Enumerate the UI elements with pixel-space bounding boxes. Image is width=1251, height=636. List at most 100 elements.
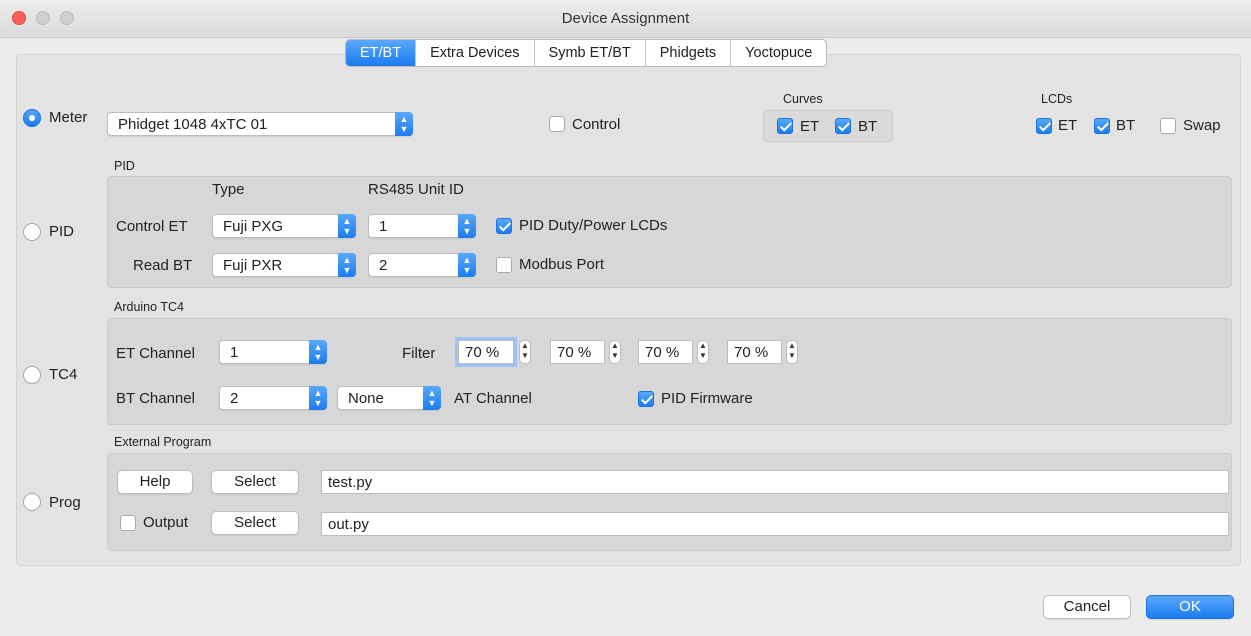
meter-device-value: Phidget 1048 4xTC 01	[118, 116, 268, 133]
pid-group: Type RS485 Unit ID Control ET Fuji PXG ▲…	[107, 176, 1232, 288]
tab-extra-devices[interactable]: Extra Devices	[416, 40, 535, 66]
output-checkbox[interactable]	[120, 515, 136, 531]
meter-radio-label: Meter	[49, 109, 88, 126]
lcds-et-label: ET	[1058, 117, 1078, 134]
at-channel-value: None	[348, 390, 384, 407]
title-bar: Device Assignment	[0, 0, 1251, 38]
pid-radio-label: PID	[49, 223, 75, 240]
pid-duty-label: PID Duty/Power LCDs	[519, 217, 668, 234]
output-path-input[interactable]: out.py	[321, 512, 1229, 536]
ok-button[interactable]: OK	[1146, 595, 1234, 619]
tab-content-panel: Meter Phidget 1048 4xTC 01 ▲ ▼ Control Cu…	[16, 54, 1241, 566]
filter-1-value: 70 %	[465, 344, 500, 361]
et-channel-select[interactable]: 1 ▲ ▼	[219, 340, 327, 364]
curves-et-label: ET	[800, 118, 820, 135]
meter-device-select[interactable]: Phidget 1048 4xTC 01 ▲ ▼	[107, 112, 413, 136]
et-channel-value: 1	[230, 344, 239, 361]
control-et-unit-value: 1	[379, 218, 388, 235]
lcds-swap-checkbox[interactable]	[1160, 118, 1176, 134]
control-et-label: Control ET	[116, 218, 188, 235]
pid-section-title: PID	[114, 159, 135, 173]
select-output-button[interactable]: Select	[211, 511, 299, 535]
read-bt-type-select[interactable]: Fuji PXR ▲ ▼	[212, 253, 356, 277]
control-et-type-select[interactable]: Fuji PXG ▲ ▼	[212, 214, 356, 238]
tab-symb-et-bt[interactable]: Symb ET/BT	[535, 40, 646, 66]
bt-channel-value: 2	[230, 390, 239, 407]
lcds-bt-checkbox[interactable]	[1094, 118, 1110, 134]
curves-et-checkbox[interactable]	[777, 118, 793, 134]
control-label: Control	[572, 116, 621, 133]
filter-4-value: 70 %	[734, 344, 769, 361]
tab-et-bt[interactable]: ET/BT	[346, 40, 417, 66]
curves-title: Curves	[783, 92, 823, 106]
tc4-group: ET Channel 1 ▲ ▼ Filter 70 % ▲ ▼ 70 % ▲ ▼ 7…	[107, 318, 1232, 425]
device-assignment-dialog: Device Assignment ET/BT Extra Devices Sy…	[0, 0, 1251, 636]
filter-3-field[interactable]: 70 %	[638, 340, 693, 364]
tc4-radio[interactable]	[23, 366, 41, 384]
at-channel-select[interactable]: None ▲ ▼	[337, 386, 441, 410]
read-bt-unit-value: 2	[379, 257, 388, 274]
control-et-type-value: Fuji PXG	[223, 218, 284, 235]
output-path-value: out.py	[328, 516, 369, 533]
filter-1-stepper[interactable]: ▲ ▼	[519, 340, 531, 364]
read-bt-type-value: Fuji PXR	[223, 257, 283, 274]
program-path-input[interactable]: test.py	[321, 470, 1229, 494]
pid-duty-checkbox[interactable]	[496, 218, 512, 234]
output-label: Output	[143, 514, 189, 531]
bt-channel-label: BT Channel	[116, 390, 195, 407]
lcds-bt-label: BT	[1116, 117, 1136, 134]
control-checkbox[interactable]	[549, 116, 565, 132]
window-title: Device Assignment	[561, 10, 690, 27]
tab-yoctopuce[interactable]: Yoctopuce	[731, 40, 826, 66]
chevron-updown-icon: ▲ ▼	[395, 112, 413, 136]
tc4-section-title: Arduino TC4	[114, 300, 184, 314]
program-path-value: test.py	[328, 474, 373, 491]
filter-2-field[interactable]: 70 %	[550, 340, 605, 364]
select-program-button[interactable]: Select	[211, 470, 299, 494]
prog-radio-label: Prog	[49, 494, 81, 511]
chevron-updown-icon: ▲ ▼	[309, 340, 327, 364]
at-channel-label: AT Channel	[454, 390, 532, 407]
cancel-button[interactable]: Cancel	[1043, 595, 1131, 619]
chevron-updown-icon: ▲ ▼	[338, 253, 356, 277]
control-et-unit-select[interactable]: 1 ▲ ▼	[368, 214, 476, 238]
filter-3-stepper[interactable]: ▲ ▼	[697, 340, 709, 364]
chevron-updown-icon: ▲ ▼	[309, 386, 327, 410]
lcds-title: LCDs	[1041, 92, 1073, 106]
filter-4-field[interactable]: 70 %	[727, 340, 782, 364]
filter-2-value: 70 %	[557, 344, 592, 361]
help-button[interactable]: Help	[117, 470, 193, 494]
pid-radio[interactable]	[23, 223, 41, 241]
filter-label: Filter	[402, 345, 436, 362]
chevron-updown-icon: ▲ ▼	[338, 214, 356, 238]
chevron-updown-icon: ▲ ▼	[458, 214, 476, 238]
pid-firmware-label: PID Firmware	[661, 390, 753, 407]
lcds-swap-label: Swap	[1183, 117, 1221, 134]
filter-2-stepper[interactable]: ▲ ▼	[609, 340, 621, 364]
chevron-updown-icon: ▲ ▼	[458, 253, 476, 277]
read-bt-unit-select[interactable]: 2 ▲ ▼	[368, 253, 476, 277]
modbus-port-checkbox[interactable]	[496, 257, 512, 273]
curves-bt-checkbox[interactable]	[835, 118, 851, 134]
tc4-radio-label: TC4	[49, 366, 78, 383]
pid-firmware-checkbox[interactable]	[638, 391, 654, 407]
bt-channel-select[interactable]: 2 ▲ ▼	[219, 386, 327, 410]
read-bt-label: Read BT	[133, 257, 193, 274]
prog-group: Help Select test.py Output Select out.py	[107, 453, 1232, 551]
lcds-et-checkbox[interactable]	[1036, 118, 1052, 134]
prog-section-title: External Program	[114, 435, 212, 449]
filter-4-stepper[interactable]: ▲ ▼	[786, 340, 798, 364]
meter-radio[interactable]	[23, 109, 41, 127]
prog-radio[interactable]	[23, 493, 41, 511]
et-channel-label: ET Channel	[116, 345, 195, 362]
modbus-port-label: Modbus Port	[519, 256, 605, 273]
curves-bt-label: BT	[858, 118, 878, 135]
pid-unit-header: RS485 Unit ID	[368, 181, 464, 198]
chevron-updown-icon: ▲ ▼	[423, 386, 441, 410]
pid-type-header: Type	[212, 181, 245, 198]
filter-1-field[interactable]: 70 %	[458, 340, 514, 364]
filter-3-value: 70 %	[645, 344, 680, 361]
tab-phidgets[interactable]: Phidgets	[646, 40, 732, 66]
curves-group: ET BT	[763, 110, 893, 142]
tab-bar: ET/BT Extra Devices Symb ET/BT Phidgets …	[345, 39, 828, 67]
